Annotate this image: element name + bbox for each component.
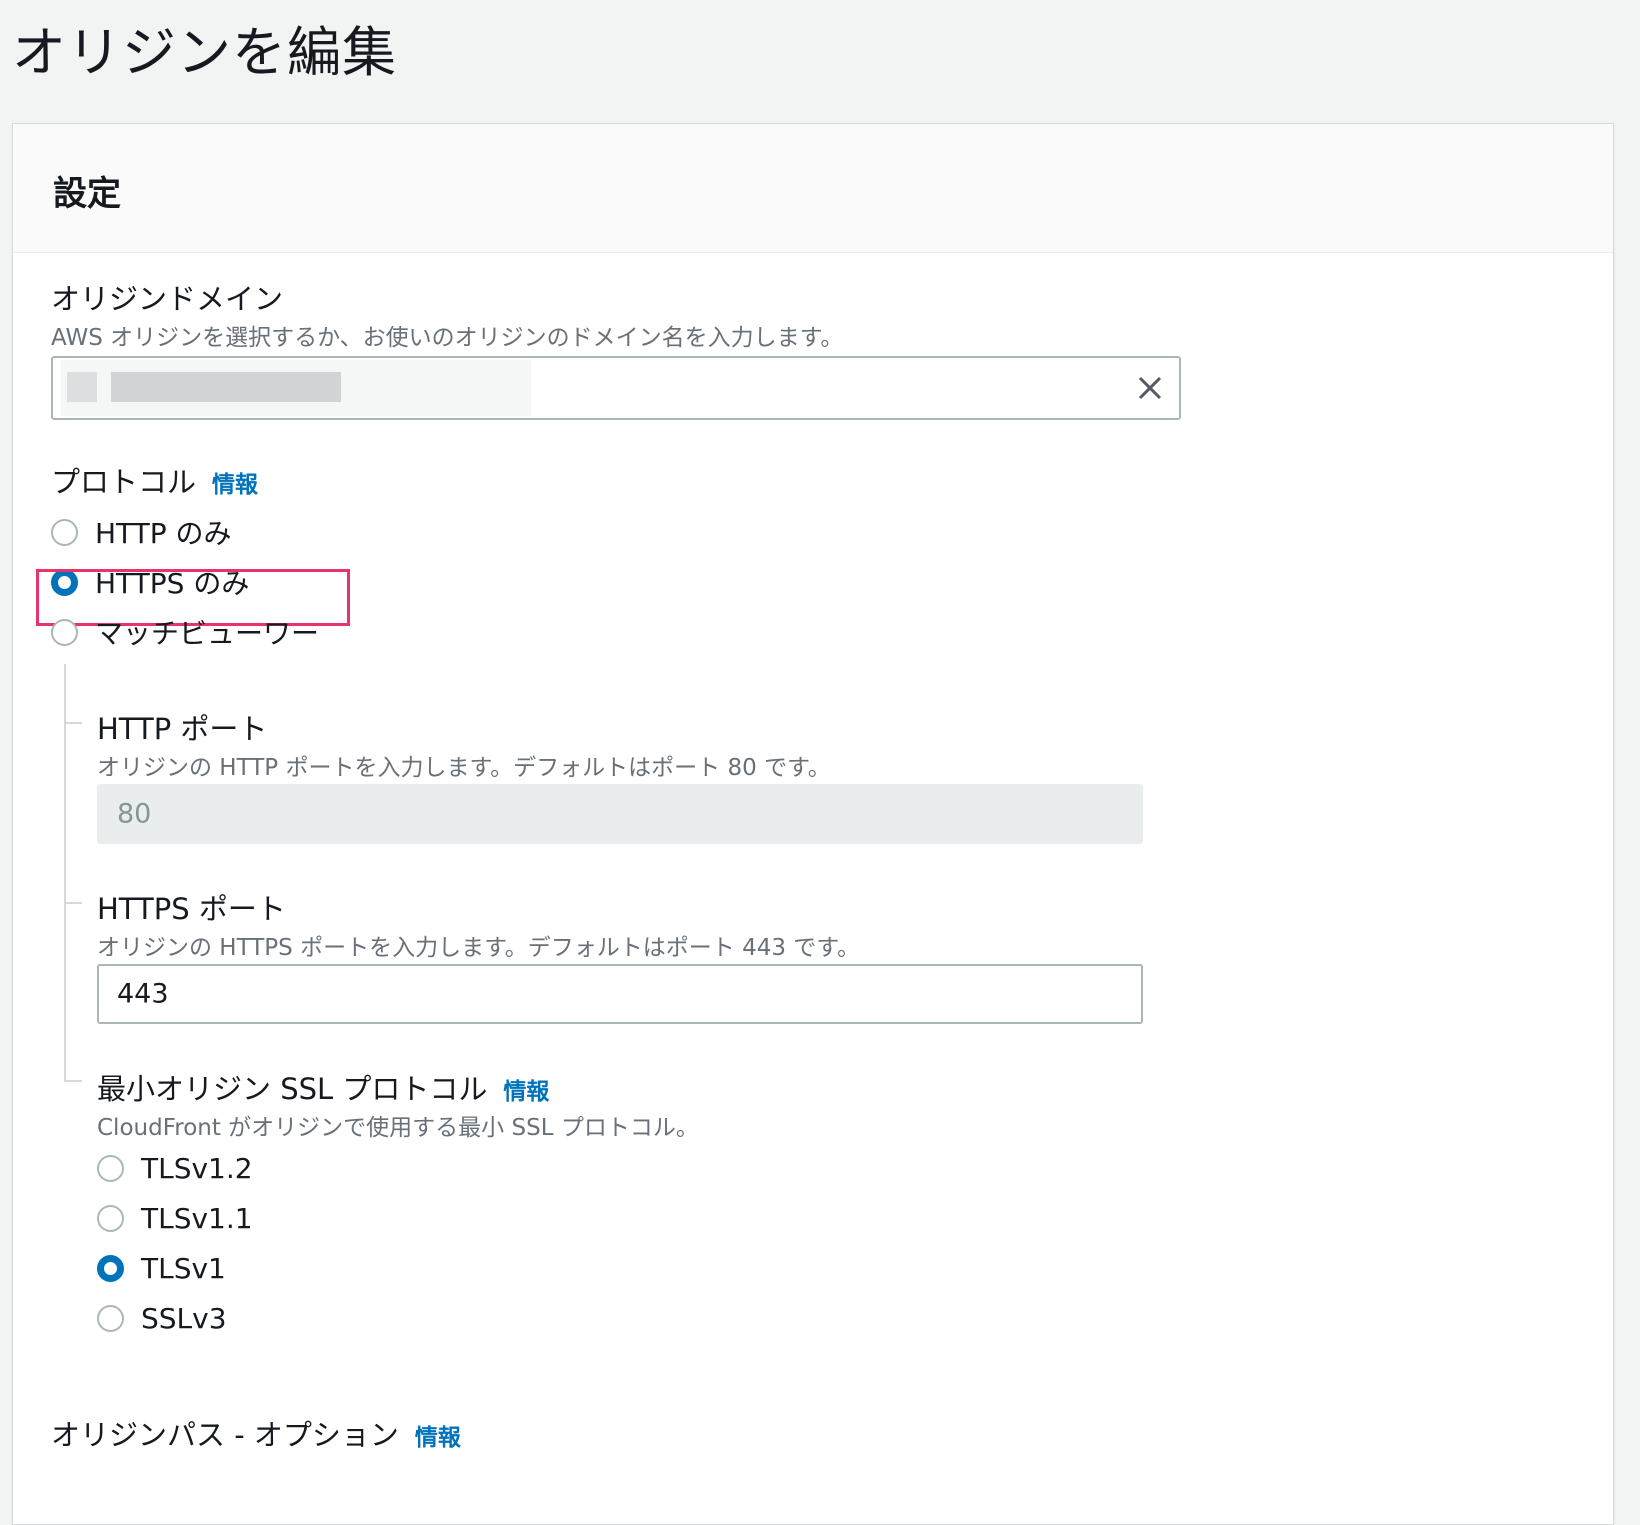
http-port-description: オリジンの HTTP ポートを入力します。デフォルトはポート 80 です。 bbox=[97, 755, 831, 781]
protocol-info-link[interactable]: 情報 bbox=[212, 472, 258, 498]
panel-title: 設定 bbox=[53, 174, 121, 214]
protocol-label: プロトコル 情報 bbox=[51, 459, 258, 501]
settings-panel: 設定 オリジンドメイン AWS オリジンを選択するか、お使いのオリジンのドメイン… bbox=[12, 123, 1614, 1525]
origin-path-label-text: オリジンパス - オプション bbox=[51, 1418, 399, 1452]
panel-header: 設定 bbox=[13, 124, 1613, 253]
https-port-description: オリジンの HTTPS ポートを入力します。デフォルトはポート 443 です。 bbox=[97, 935, 861, 961]
min-ssl-label: 最小オリジン SSL プロトコル 情報 bbox=[97, 1066, 549, 1108]
ssl-option-label: TLSv1 bbox=[141, 1252, 226, 1285]
tree-branch-line bbox=[64, 902, 82, 904]
ssl-option-label: SSLv3 bbox=[141, 1302, 227, 1335]
close-icon[interactable] bbox=[1135, 373, 1165, 403]
protocol-option-label: HTTP のみ bbox=[95, 517, 232, 550]
ssl-option-tlsv1-2[interactable]: TLSv1.2 bbox=[97, 1152, 253, 1185]
protocol-label-text: プロトコル bbox=[51, 465, 197, 499]
min-ssl-info-link[interactable]: 情報 bbox=[503, 1079, 549, 1105]
radio-unchecked-icon[interactable] bbox=[51, 618, 78, 646]
radio-checked-icon[interactable] bbox=[97, 1255, 124, 1282]
https-port-label: HTTPS ポート bbox=[97, 892, 286, 926]
min-ssl-label-text: 最小オリジン SSL プロトコル bbox=[97, 1072, 488, 1106]
radio-unchecked-icon[interactable] bbox=[51, 518, 78, 546]
ssl-option-label: TLSv1.1 bbox=[141, 1202, 253, 1235]
https-port-value[interactable]: 443 bbox=[117, 979, 169, 1010]
page-title: オリジンを編集 bbox=[12, 21, 397, 84]
radio-unchecked-icon[interactable] bbox=[97, 1305, 124, 1332]
protocol-option-label: マッチビューワー bbox=[95, 617, 320, 650]
http-port-value: 80 bbox=[117, 798, 152, 830]
tree-connector-line bbox=[64, 664, 66, 1082]
ssl-option-label: TLSv1.2 bbox=[141, 1152, 253, 1185]
https-port-input[interactable]: 443 bbox=[97, 964, 1143, 1024]
min-ssl-description: CloudFront がオリジンで使用する最小 SSL プロトコル。 bbox=[97, 1115, 699, 1141]
tree-branch-line bbox=[64, 722, 82, 724]
ssl-option-tlsv1[interactable]: TLSv1 bbox=[97, 1252, 226, 1285]
redacted-value-block bbox=[111, 372, 341, 402]
http-port-input: 80 bbox=[97, 784, 1143, 844]
origin-path-info-link[interactable]: 情報 bbox=[415, 1425, 461, 1451]
ssl-option-tlsv1-1[interactable]: TLSv1.1 bbox=[97, 1202, 253, 1235]
protocol-option-match-viewer[interactable]: マッチビューワー bbox=[51, 612, 319, 652]
origin-domain-input[interactable] bbox=[51, 356, 1181, 420]
tree-branch-line bbox=[64, 1080, 82, 1082]
ssl-option-sslv3[interactable]: SSLv3 bbox=[97, 1302, 227, 1335]
protocol-option-http-only[interactable]: HTTP のみ bbox=[51, 512, 232, 552]
radio-unchecked-icon[interactable] bbox=[97, 1205, 124, 1232]
http-port-label: HTTP ポート bbox=[97, 712, 268, 746]
origin-domain-description: AWS オリジンを選択するか、お使いのオリジンのドメイン名を入力します。 bbox=[51, 325, 844, 351]
origin-path-label: オリジンパス - オプション 情報 bbox=[51, 1412, 461, 1454]
radio-unchecked-icon[interactable] bbox=[97, 1155, 124, 1182]
redacted-value-block bbox=[67, 372, 97, 402]
origin-domain-label: オリジンドメイン bbox=[51, 282, 284, 316]
